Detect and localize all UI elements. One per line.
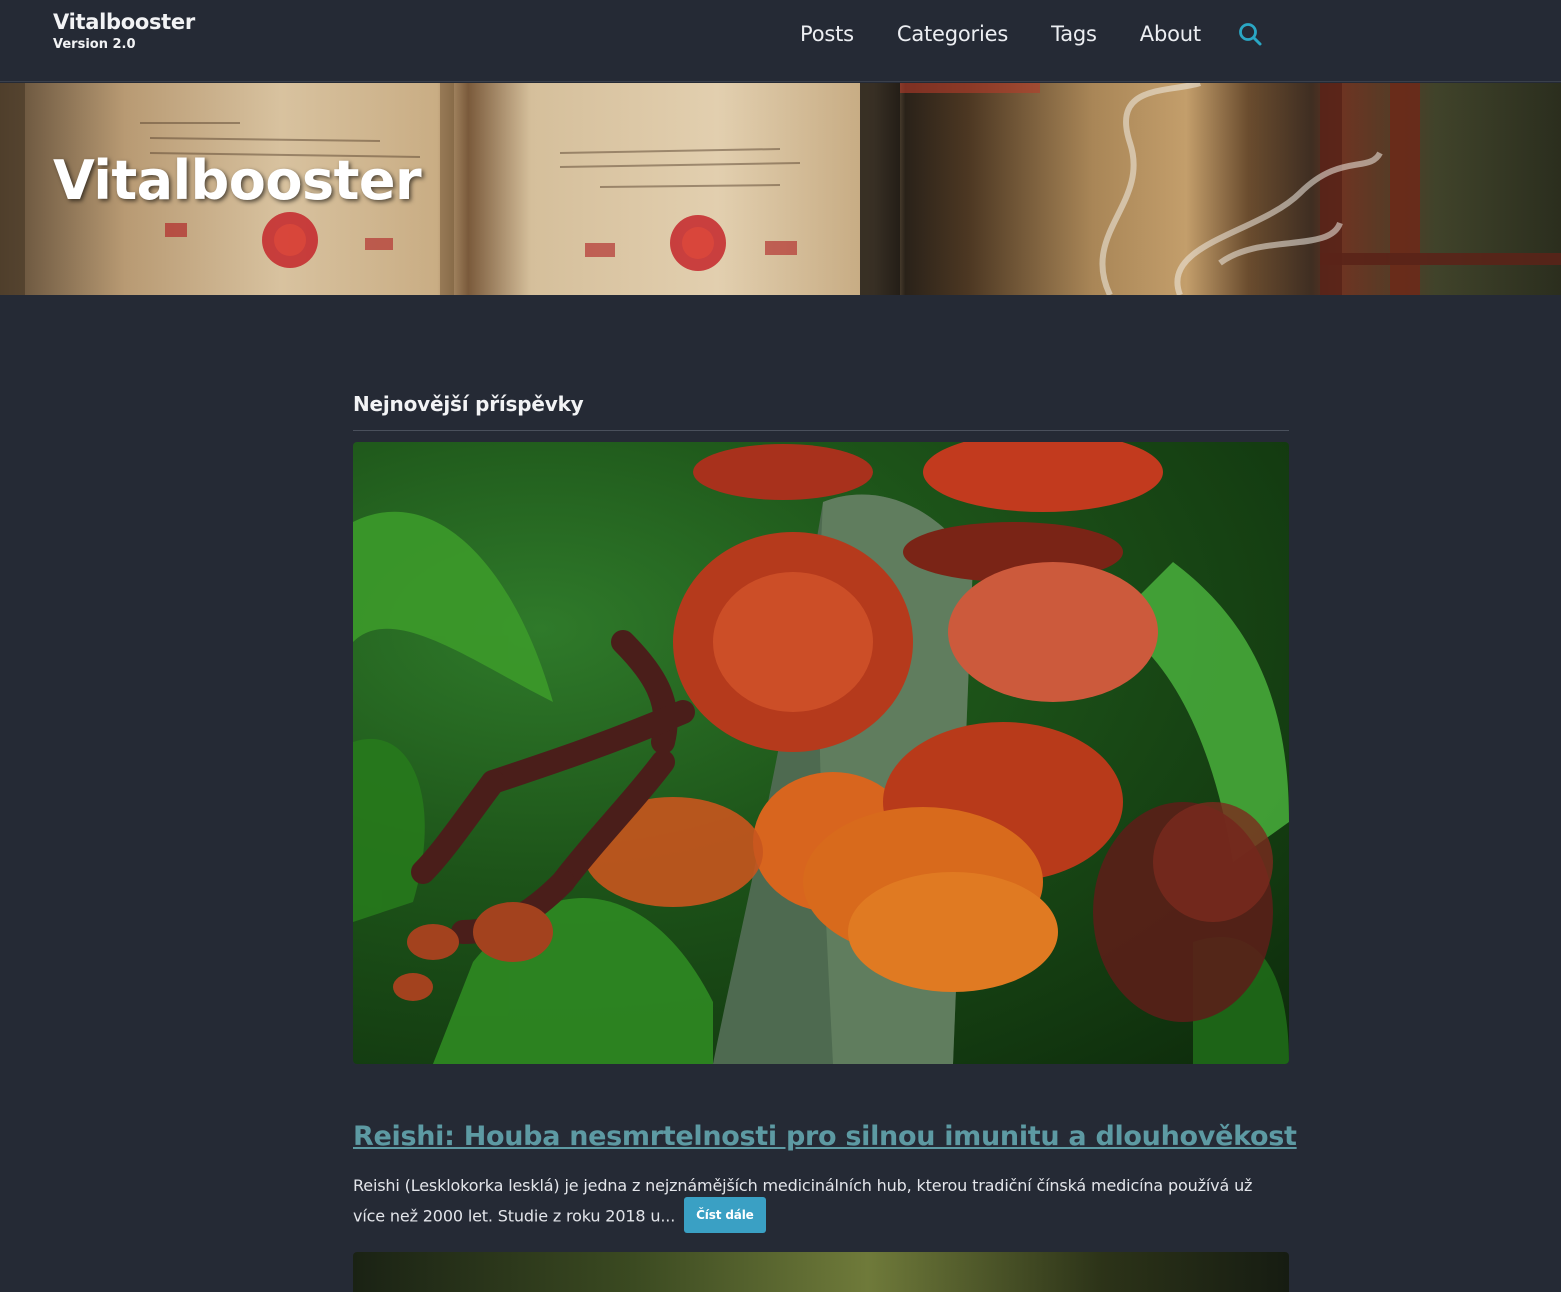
nav-about[interactable]: About — [1140, 22, 1201, 46]
hero-title: Vitalbooster — [53, 149, 422, 212]
main-nav: Posts Categories Tags About — [800, 19, 1244, 49]
nav-tags[interactable]: Tags — [1051, 22, 1097, 46]
section-divider — [353, 430, 1289, 431]
top-navbar: Vitalbooster Version 2.0 Posts Categorie… — [0, 0, 1561, 82]
post-title-link[interactable]: Reishi: Houba nesmrtelnosti pro silnou i… — [353, 1121, 1297, 1152]
post-excerpt-text: Reishi (Lesklokorka lesklá) je jedna z n… — [353, 1176, 1253, 1226]
section-heading: Nejnovější příspěvky — [353, 392, 584, 416]
hero-banner: Vitalbooster — [0, 83, 1561, 295]
brand-version: Version 2.0 — [53, 37, 136, 52]
post-featured-image[interactable] — [353, 442, 1289, 1064]
nav-categories[interactable]: Categories — [897, 22, 1008, 46]
reishi-mushroom-image — [353, 442, 1289, 1064]
search-icon[interactable] — [1237, 21, 1263, 47]
site-brand[interactable]: Vitalbooster Version 2.0 — [53, 10, 195, 52]
post-excerpt: Reishi (Lesklokorka lesklá) je jedna z n… — [353, 1173, 1289, 1235]
next-post-image[interactable] — [353, 1252, 1289, 1292]
nav-posts[interactable]: Posts — [800, 22, 854, 46]
brand-title[interactable]: Vitalbooster — [53, 10, 195, 34]
read-more-button[interactable]: Číst dále — [684, 1197, 766, 1233]
